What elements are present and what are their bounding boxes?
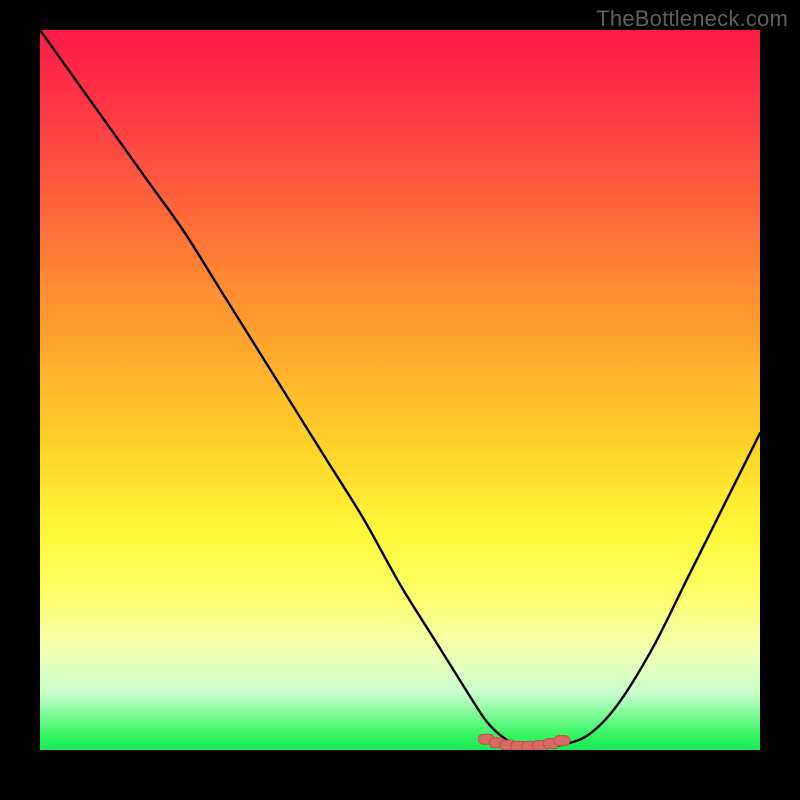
watermark-text: TheBottleneck.com (596, 6, 788, 32)
frame-border-right (760, 0, 800, 800)
bottleneck-curve-svg (40, 30, 760, 750)
frame-border-bottom (0, 750, 800, 800)
optimal-range-markers (478, 734, 570, 750)
bottleneck-curve-path (40, 30, 760, 748)
frame-border-left (0, 0, 40, 800)
chart-frame: TheBottleneck.com (0, 0, 800, 800)
optimal-marker (554, 736, 570, 746)
plot-area (40, 30, 760, 750)
